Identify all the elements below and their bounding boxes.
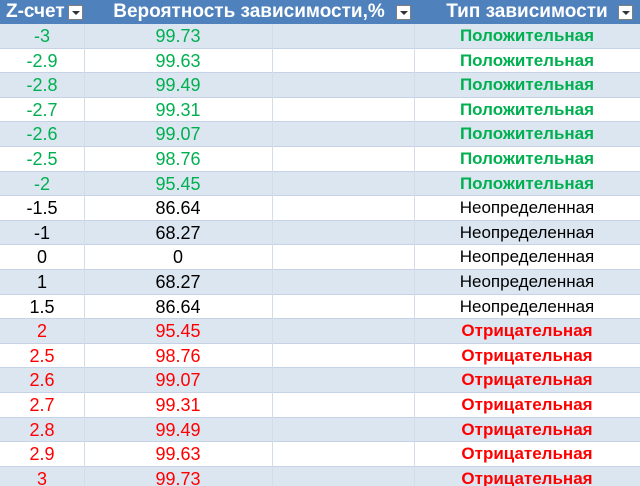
cell-dependency-type[interactable]: Неопределенная <box>414 295 640 319</box>
cell-probability[interactable]: 86.64 <box>84 295 272 319</box>
cell-probability[interactable]: 68.27 <box>84 270 272 294</box>
cell-probability[interactable]: 99.31 <box>84 393 272 417</box>
table-header-row: Z-счет Вероятность зависимости,% Тип зав… <box>0 0 640 24</box>
cell-dependency-type[interactable]: Неопределенная <box>414 245 640 269</box>
cell-z-score[interactable]: 2.9 <box>0 442 84 466</box>
cell-dependency-type[interactable]: Неопределенная <box>414 196 640 220</box>
cell-z-score[interactable]: -1.5 <box>0 196 84 220</box>
table-row[interactable]: -2.6 99.07 Положительная <box>0 122 640 147</box>
filter-dropdown-z-icon[interactable] <box>68 5 83 20</box>
column-divider <box>414 24 415 486</box>
header-probability[interactable]: Вероятность зависимости,% <box>84 0 414 24</box>
table-row[interactable]: 2.5 98.76 Отрицательная <box>0 343 640 369</box>
table-row[interactable]: 3 99.73 Отрицательная <box>0 466 640 486</box>
cell-z-score[interactable]: -2.9 <box>0 49 84 73</box>
table-row[interactable]: -2.7 99.31 Положительная <box>0 97 640 123</box>
cell-z-score[interactable]: 0 <box>0 245 84 269</box>
cell-probability[interactable]: 68.27 <box>84 221 272 245</box>
table-row[interactable]: 2.9 99.63 Отрицательная <box>0 442 640 467</box>
table-row[interactable]: -1.5 86.64 Неопределенная <box>0 196 640 221</box>
header-type-label: Тип зависимости <box>446 1 608 22</box>
cell-dependency-type[interactable]: Положительная <box>414 98 640 122</box>
filter-dropdown-probability-icon[interactable] <box>396 5 411 20</box>
cell-z-score[interactable]: -2.7 <box>0 98 84 122</box>
header-z-score-label: Z-счет <box>6 1 65 22</box>
cell-dependency-type[interactable]: Отрицательная <box>414 418 640 442</box>
cell-z-score[interactable]: -2 <box>0 172 84 196</box>
cell-probability[interactable]: 99.73 <box>84 467 272 486</box>
cell-probability[interactable]: 86.64 <box>84 196 272 220</box>
cell-probability[interactable]: 99.49 <box>84 73 272 97</box>
cell-z-score[interactable]: 3 <box>0 467 84 486</box>
table-row[interactable]: -1 68.27 Неопределенная <box>0 220 640 246</box>
cell-dependency-type[interactable]: Отрицательная <box>414 467 640 486</box>
cell-probability[interactable]: 99.73 <box>84 24 272 48</box>
table-row[interactable]: 2.8 99.49 Отрицательная <box>0 417 640 443</box>
table-row[interactable]: -2 95.45 Положительная <box>0 171 640 197</box>
cell-z-score[interactable]: 2.7 <box>0 393 84 417</box>
cell-dependency-type[interactable]: Отрицательная <box>414 442 640 466</box>
cell-probability[interactable]: 99.07 <box>84 368 272 392</box>
data-table: Z-счет Вероятность зависимости,% Тип зав… <box>0 0 640 486</box>
cell-dependency-type[interactable]: Положительная <box>414 122 640 146</box>
table-row[interactable]: -2.5 98.76 Положительная <box>0 146 640 172</box>
cell-probability[interactable]: 98.76 <box>84 344 272 368</box>
table-row[interactable]: -2.8 99.49 Положительная <box>0 73 640 98</box>
cell-z-score[interactable]: -3 <box>0 24 84 48</box>
cell-probability[interactable]: 95.45 <box>84 172 272 196</box>
table-row[interactable]: -2.9 99.63 Положительная <box>0 48 640 74</box>
table-row[interactable]: -3 99.73 Положительная <box>0 24 640 49</box>
cell-dependency-type[interactable]: Положительная <box>414 147 640 171</box>
cell-dependency-type[interactable]: Неопределенная <box>414 270 640 294</box>
header-type[interactable]: Тип зависимости <box>414 0 640 24</box>
cell-probability[interactable]: 99.07 <box>84 122 272 146</box>
table-row[interactable]: 1.5 86.64 Неопределенная <box>0 294 640 320</box>
cell-z-score[interactable]: -1 <box>0 221 84 245</box>
cell-dependency-type[interactable]: Положительная <box>414 73 640 97</box>
cell-dependency-type[interactable]: Отрицательная <box>414 393 640 417</box>
header-probability-label: Вероятность зависимости,% <box>113 1 385 22</box>
column-divider <box>272 24 273 486</box>
cell-dependency-type[interactable]: Положительная <box>414 49 640 73</box>
cell-probability[interactable]: 99.49 <box>84 418 272 442</box>
cell-z-score[interactable]: 2.8 <box>0 418 84 442</box>
cell-z-score[interactable]: 1 <box>0 270 84 294</box>
cell-probability[interactable]: 99.31 <box>84 98 272 122</box>
table-row[interactable]: 1 68.27 Неопределенная <box>0 269 640 295</box>
cell-probability[interactable]: 95.45 <box>84 319 272 343</box>
cell-dependency-type[interactable]: Отрицательная <box>414 344 640 368</box>
table-row[interactable]: 2.7 99.31 Отрицательная <box>0 392 640 418</box>
table-body: -3 99.73 Положительная -2.9 99.63 Положительн… <box>0 24 640 486</box>
cell-dependency-type[interactable]: Отрицательная <box>414 319 640 343</box>
cell-z-score[interactable]: 2.5 <box>0 344 84 368</box>
table-row[interactable]: 2 95.45 Отрицательная <box>0 319 640 344</box>
cell-z-score[interactable]: 2 <box>0 319 84 343</box>
cell-z-score[interactable]: 2.6 <box>0 368 84 392</box>
column-divider <box>84 24 85 486</box>
filter-dropdown-type-icon[interactable] <box>618 5 633 20</box>
cell-z-score[interactable]: -2.6 <box>0 122 84 146</box>
cell-z-score[interactable]: -2.8 <box>0 73 84 97</box>
cell-probability[interactable]: 99.63 <box>84 49 272 73</box>
cell-dependency-type[interactable]: Положительная <box>414 172 640 196</box>
cell-z-score[interactable]: -2.5 <box>0 147 84 171</box>
cell-probability[interactable]: 98.76 <box>84 147 272 171</box>
cell-z-score[interactable]: 1.5 <box>0 295 84 319</box>
cell-dependency-type[interactable]: Отрицательная <box>414 368 640 392</box>
table-row[interactable]: 0 0 Неопределенная <box>0 245 640 270</box>
cell-probability[interactable]: 0 <box>84 245 272 269</box>
cell-dependency-type[interactable]: Неопределенная <box>414 221 640 245</box>
table-row[interactable]: 2.6 99.07 Отрицательная <box>0 368 640 393</box>
cell-probability[interactable]: 99.63 <box>84 442 272 466</box>
cell-dependency-type[interactable]: Положительная <box>414 24 640 48</box>
